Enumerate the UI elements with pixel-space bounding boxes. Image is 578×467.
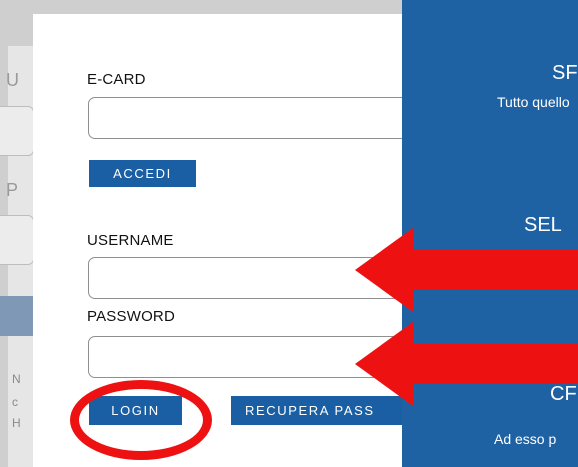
left-arrow-icon: [355, 228, 578, 312]
ecard-input[interactable]: [88, 97, 420, 139]
background-field: [0, 106, 34, 156]
background-text: N: [12, 372, 21, 386]
accedi-button[interactable]: ACCEDI: [89, 160, 196, 187]
background-field: [0, 215, 34, 265]
background-button: [0, 296, 33, 336]
password-label: PASSWORD: [87, 308, 175, 325]
background-text: H: [12, 416, 21, 430]
background-text: c: [12, 395, 18, 409]
username-label: USERNAME: [87, 232, 174, 249]
info-text-1: Tutto quello: [497, 94, 570, 110]
highlight-circle-icon: [70, 380, 212, 460]
background-label-p: P: [6, 180, 19, 200]
info-heading-1: SF: [552, 62, 578, 84]
info-text-2: Ad esso p: [494, 431, 557, 447]
ecard-label: E-CARD: [87, 71, 146, 88]
background-label-u: U: [6, 70, 19, 90]
left-arrow-icon: [355, 322, 578, 406]
